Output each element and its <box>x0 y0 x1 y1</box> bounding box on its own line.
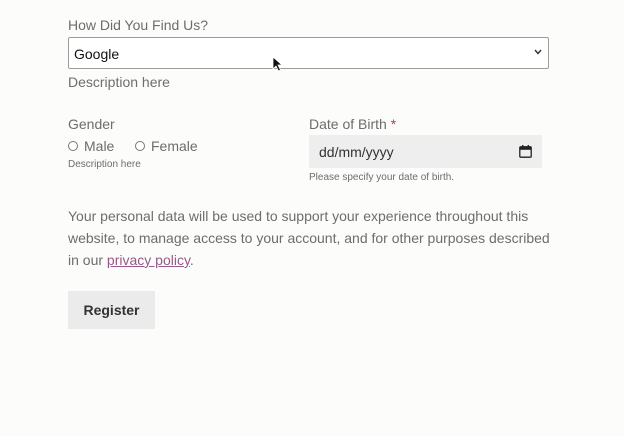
calendar-icon[interactable] <box>519 145 532 158</box>
dob-label: Date of Birth * <box>309 116 396 132</box>
male-radio-label: Male <box>84 138 115 154</box>
register-button[interactable]: Register <box>68 291 155 329</box>
gender-description: Description here <box>68 159 141 170</box>
mouse-cursor-icon <box>272 56 284 72</box>
find-us-select[interactable]: Google <box>68 37 549 69</box>
female-radio[interactable] <box>135 141 145 151</box>
find-us-selected-value: Google <box>74 46 120 62</box>
female-radio-label: Female <box>151 138 198 154</box>
privacy-notice-end: . <box>189 252 194 268</box>
privacy-policy-link[interactable]: privacy policy <box>107 252 190 268</box>
gender-label: Gender <box>68 116 115 132</box>
dob-placeholder: dd/mm/yyyy <box>319 144 394 160</box>
dob-input[interactable]: dd/mm/yyyy <box>309 135 542 168</box>
gender-option-male[interactable]: Male <box>68 138 114 154</box>
dob-help: Please specify your date of birth. <box>309 172 455 183</box>
male-radio[interactable] <box>68 141 78 151</box>
dob-label-text: Date of Birth <box>309 116 387 132</box>
required-mark: * <box>390 116 397 132</box>
find-us-description: Description here <box>68 74 170 90</box>
find-us-label: How Did You Find Us? <box>68 17 209 33</box>
chevron-down-icon <box>534 49 542 55</box>
privacy-notice: Your personal data will be used to suppo… <box>68 205 554 271</box>
gender-option-female[interactable]: Female <box>135 138 198 154</box>
